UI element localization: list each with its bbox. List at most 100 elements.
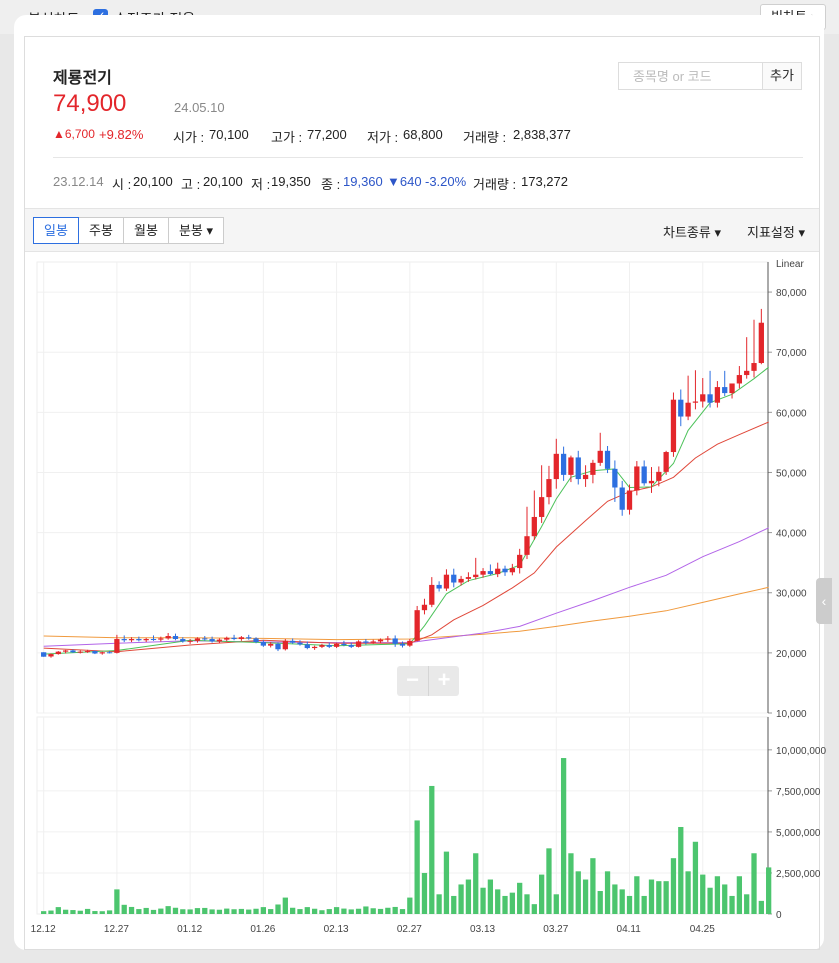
volume-bar bbox=[656, 881, 662, 914]
volume-bar bbox=[670, 858, 677, 914]
candle-body bbox=[700, 394, 706, 402]
volume-bar bbox=[392, 906, 398, 914]
candle-body bbox=[495, 568, 501, 575]
zoom-out-button[interactable]: − bbox=[397, 666, 428, 696]
volume-bar bbox=[238, 908, 245, 914]
candle-body bbox=[714, 387, 721, 403]
candle-body bbox=[517, 554, 523, 569]
x-axis-label: 03.13 bbox=[470, 924, 495, 935]
candle-body bbox=[165, 636, 171, 639]
zoom-controls: − + bbox=[397, 666, 459, 696]
volume-bar bbox=[751, 853, 757, 914]
candle-body bbox=[729, 383, 735, 394]
volume-bar bbox=[92, 911, 98, 914]
candle-body bbox=[553, 453, 559, 480]
volume-bar bbox=[99, 911, 105, 914]
tab-daily[interactable]: 일봉 bbox=[33, 217, 79, 244]
volume-bar bbox=[729, 895, 735, 914]
candle-body bbox=[590, 462, 596, 475]
candle-body bbox=[172, 636, 179, 640]
candle-body bbox=[209, 639, 215, 642]
side-panel-handle[interactable]: ‹ bbox=[816, 578, 832, 624]
x-axis-label: 01.12 bbox=[177, 924, 202, 935]
volume-bar bbox=[172, 907, 179, 914]
volume-bar bbox=[612, 884, 618, 914]
candle-body bbox=[216, 639, 223, 642]
candle-body bbox=[443, 574, 450, 589]
candle-body bbox=[282, 640, 288, 650]
volume-bar bbox=[590, 858, 596, 914]
volume-bar bbox=[121, 904, 127, 914]
volume-bar bbox=[429, 785, 435, 914]
volume-bar bbox=[333, 907, 340, 914]
volume-tick-label: 0 bbox=[776, 910, 782, 921]
candle-body bbox=[502, 568, 508, 573]
candle-body bbox=[604, 450, 611, 469]
volume-bar bbox=[297, 909, 303, 914]
candle-body bbox=[407, 640, 413, 646]
volume-bar bbox=[648, 879, 655, 914]
volume-bar bbox=[546, 848, 552, 914]
volume-bar bbox=[524, 894, 530, 914]
volume-bar bbox=[582, 879, 589, 914]
volume-bar bbox=[231, 909, 237, 914]
candle-body bbox=[136, 639, 142, 641]
volume-bar bbox=[495, 889, 501, 914]
price-tick-label: 60,000 bbox=[776, 408, 807, 419]
volume-bar bbox=[48, 910, 54, 914]
volume-bar bbox=[407, 897, 413, 914]
volume-bar bbox=[224, 908, 230, 914]
candle-body bbox=[121, 639, 127, 641]
candle-body bbox=[84, 651, 91, 653]
candle-body bbox=[304, 644, 310, 649]
candle-body bbox=[421, 604, 428, 611]
price-tick-label: 50,000 bbox=[776, 468, 807, 479]
candle-body bbox=[70, 650, 76, 653]
candle-body bbox=[458, 578, 464, 583]
candle-body bbox=[253, 638, 259, 643]
volume-bar bbox=[128, 906, 135, 914]
volume-bar bbox=[326, 909, 332, 914]
candle-body bbox=[663, 452, 669, 472]
volume-bar bbox=[363, 906, 369, 914]
candle-body bbox=[451, 574, 457, 583]
candle-body bbox=[634, 466, 640, 491]
candle-body bbox=[41, 652, 47, 657]
candle-body bbox=[758, 322, 764, 364]
volume-bar bbox=[458, 884, 464, 914]
volume-bar bbox=[282, 897, 288, 914]
stock-chart[interactable]: 80,000 70,000 60,000 50,000 40,000 30,000 20,0… bbox=[0, 0, 839, 963]
volume-bar bbox=[531, 904, 537, 914]
volume-bar bbox=[758, 900, 764, 914]
candle-body bbox=[114, 639, 120, 653]
price-tick-label: 20,000 bbox=[776, 649, 807, 660]
candle-body bbox=[436, 584, 442, 589]
volume-bar bbox=[209, 909, 215, 914]
price-tick-label: 80,000 bbox=[776, 288, 807, 299]
candle-body bbox=[231, 637, 237, 640]
volume-bar bbox=[678, 826, 684, 914]
volume-bar bbox=[355, 908, 362, 914]
volume-bar bbox=[246, 909, 252, 914]
volume-bar bbox=[304, 907, 310, 914]
candle-body bbox=[678, 399, 684, 417]
volume-bar bbox=[641, 895, 647, 914]
volume-bar bbox=[165, 906, 171, 914]
zoom-in-button[interactable]: + bbox=[428, 666, 459, 696]
volume-tick-label: 10,000,000 bbox=[776, 746, 826, 757]
volume-bar bbox=[260, 907, 266, 914]
volume-bar bbox=[553, 894, 559, 914]
volume-bar bbox=[370, 908, 376, 914]
volume-bar bbox=[619, 889, 625, 914]
candle-body bbox=[568, 457, 574, 475]
candle-body bbox=[158, 638, 164, 640]
candle-body bbox=[143, 639, 149, 641]
candle-body bbox=[473, 574, 479, 578]
volume-bar bbox=[517, 882, 523, 914]
candle-body bbox=[597, 450, 603, 463]
candle-body bbox=[62, 650, 69, 652]
volume-bar bbox=[253, 908, 259, 914]
candle-body bbox=[582, 474, 589, 480]
candle-body bbox=[399, 643, 406, 646]
candle-body bbox=[180, 639, 186, 642]
